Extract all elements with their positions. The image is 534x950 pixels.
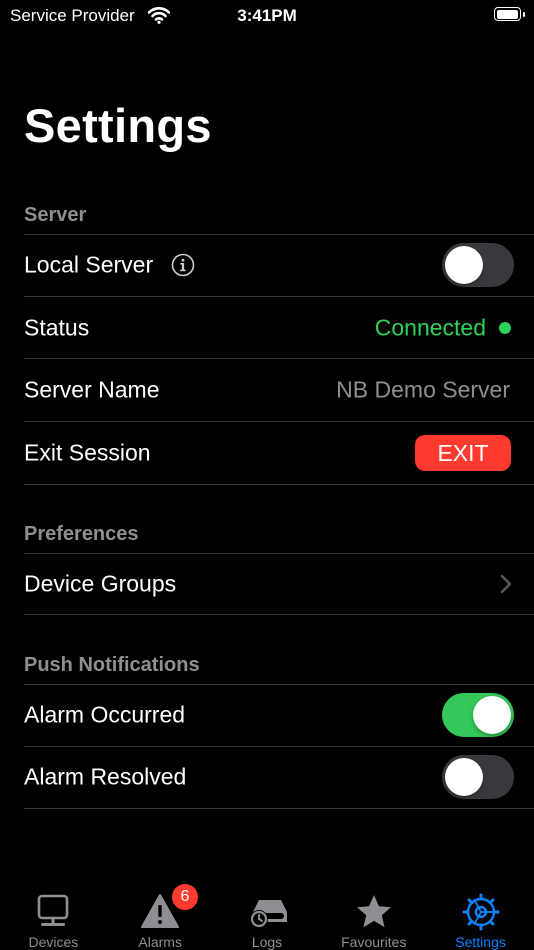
logs-icon: [247, 892, 287, 932]
toggle-knob: [445, 758, 483, 796]
monitor-icon: [33, 892, 73, 932]
battery-icon: [494, 7, 525, 21]
divider: [24, 484, 534, 485]
alarm-occurred-toggle[interactable]: [442, 693, 514, 737]
chevron-right-icon: [500, 574, 512, 594]
tab-settings[interactable]: Settings: [427, 878, 534, 950]
alarm-occurred-label: Alarm Occurred: [24, 701, 186, 728]
section-header-server: Server: [24, 204, 87, 226]
tab-logs[interactable]: Logs: [214, 878, 321, 950]
status-value: Connected: [374, 314, 486, 341]
status-dot-icon: [499, 322, 511, 334]
row-exit-session: Exit Session EXIT: [0, 422, 534, 484]
tab-label-favourites: Favourites: [341, 934, 407, 950]
divider: [24, 614, 534, 615]
local-server-toggle[interactable]: [442, 243, 514, 287]
server-name-value: NB Demo Server: [336, 376, 510, 403]
row-alarm-occurred: Alarm Occurred: [0, 684, 534, 746]
row-alarm-resolved: Alarm Resolved: [0, 746, 534, 808]
info-icon[interactable]: [171, 253, 195, 277]
exit-button[interactable]: EXIT: [415, 435, 511, 471]
status-bar: Service Provider 3:41PM: [0, 0, 534, 32]
star-icon: [354, 892, 394, 932]
row-server-name: Server Name NB Demo Server: [0, 359, 534, 421]
section-header-preferences: Preferences: [24, 523, 139, 545]
toggle-knob: [473, 696, 511, 734]
section-header-push-notifications: Push Notifications: [24, 654, 200, 676]
tab-bar: Devices Alarms Logs Favourites Settings: [0, 878, 534, 950]
row-local-server: Local Server: [0, 234, 534, 296]
toggle-knob: [445, 246, 483, 284]
tab-favourites[interactable]: Favourites: [320, 878, 427, 950]
tab-alarms[interactable]: Alarms: [107, 878, 214, 950]
local-server-label: Local Server: [24, 251, 154, 278]
status-time: 3:41PM: [237, 6, 297, 25]
tab-label-settings: Settings: [455, 934, 506, 950]
tab-label-devices: Devices: [28, 934, 79, 950]
row-status: Status Connected: [0, 297, 534, 359]
alarm-resolved-label: Alarm Resolved: [24, 763, 187, 790]
exit-session-label: Exit Session: [24, 439, 151, 466]
alarm-resolved-toggle[interactable]: [442, 755, 514, 799]
tab-label-logs: Logs: [251, 934, 283, 950]
status-label: Status: [24, 314, 90, 341]
tab-devices[interactable]: Devices: [0, 878, 107, 950]
settings-gear-icon: [461, 892, 501, 932]
tab-label-alarms: Alarms: [138, 934, 182, 950]
divider: [24, 808, 534, 809]
server-name-label: Server Name: [24, 376, 160, 403]
alarms-badge: 6: [172, 884, 198, 910]
page-title: Settings: [24, 99, 212, 152]
device-groups-label: Device Groups: [24, 570, 177, 597]
row-device-groups[interactable]: Device Groups: [0, 553, 534, 615]
